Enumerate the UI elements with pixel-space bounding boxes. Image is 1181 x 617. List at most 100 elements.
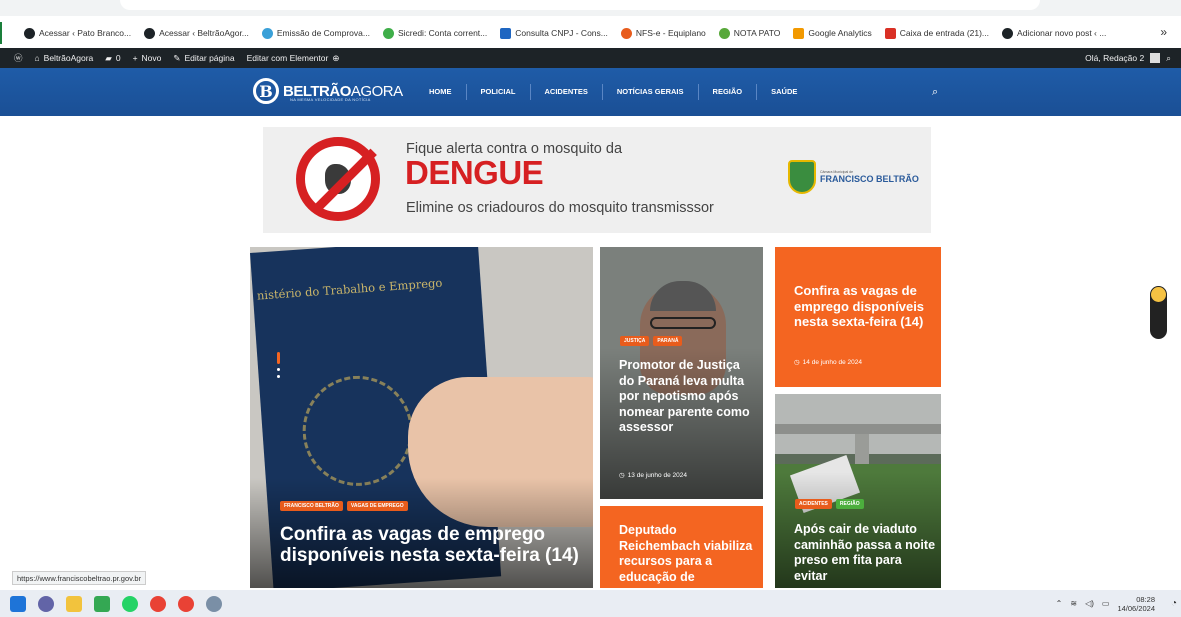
menu-saude[interactable]: SAÚDE [757, 84, 811, 100]
comment-icon: ▰ [105, 52, 112, 63]
article-card-promotor[interactable]: JUSTIÇA PARANÁ Promotor de Justiça do Pa… [600, 247, 763, 499]
teams-icon[interactable] [38, 595, 54, 612]
clock-icon: ◷ [619, 472, 625, 479]
card-title[interactable]: Confira as vagas de emprego disponíveis … [794, 283, 934, 330]
slider-dot[interactable] [277, 368, 280, 371]
avatar [1150, 53, 1161, 63]
dark-mode-toggle[interactable] [1150, 286, 1167, 339]
bookmark-3[interactable]: Emissão de Comprova... [261, 27, 370, 39]
edit-elementor-link[interactable]: Editar com Elementor ⊕ [247, 53, 340, 64]
bookmark-1-icon [24, 27, 35, 39]
tag-acidentes[interactable]: ACIDENTES [795, 499, 832, 509]
pencil-icon: ✎ [173, 52, 181, 63]
slider-dot[interactable] [277, 375, 280, 378]
banner-dengue: DENGUE [405, 154, 544, 191]
bookmark-7-icon [718, 27, 730, 39]
search-icon[interactable]: ⌕ [932, 86, 938, 99]
chrome-profile-icon[interactable] [178, 595, 194, 612]
notification-icon[interactable]: ◔ [1171, 598, 1177, 609]
bookmark-10-icon [1002, 27, 1014, 39]
featured-title[interactable]: Confira as vagas de emprego disponíveis … [280, 524, 580, 566]
bookmark-7[interactable]: NOTA PATO [718, 27, 780, 39]
sun-icon [1151, 287, 1166, 302]
featured-tags: FRANCISCO BELTRÃO VAGAS DE EMPREGO [280, 501, 408, 511]
wp-account[interactable]: Olá, Redação 2 ⌕ [1085, 48, 1171, 68]
chrome-icon[interactable] [150, 595, 166, 612]
bookmark-2-icon [144, 27, 156, 39]
tag-justica[interactable]: JUSTIÇA [620, 336, 650, 346]
chevron-up-icon[interactable]: ⌃ [1056, 599, 1063, 608]
home-icon: ⌂ [34, 53, 40, 63]
windows-start-icon[interactable] [10, 595, 26, 612]
bookmark-10[interactable]: Adicionar novo post ‹ ... [1002, 27, 1106, 39]
crest-icon [788, 160, 816, 194]
wifi-icon[interactable]: ≋ [1070, 599, 1077, 608]
menu-home[interactable]: HOME [415, 84, 467, 100]
bookmark-8-icon [793, 27, 805, 39]
bookmark-9[interactable]: Caixa de entrada (21)... [884, 27, 989, 39]
address-bar[interactable] [120, 0, 1040, 10]
bookmark-4-icon [382, 27, 394, 39]
camara-logo: Câmara Municipal de FRANCISCO BELTRÃO [788, 160, 919, 194]
slider-dot-active[interactable] [277, 352, 280, 364]
browser-top-strip [0, 0, 1181, 16]
clock-icon: ◷ [794, 359, 800, 366]
menu-regiao[interactable]: REGIÃO [699, 84, 758, 100]
tag-francisco-beltrao[interactable]: FRANCISCO BELTRÃO [280, 501, 343, 511]
bookmark-8[interactable]: Google Analytics [793, 27, 872, 39]
tag-vagas-de-emprego[interactable]: VAGAS DE EMPREGO [346, 501, 408, 511]
status-url: https://www.franciscobeltrao.pr.gov.br [12, 571, 147, 585]
whatsapp-icon[interactable] [122, 595, 138, 612]
tag-regiao[interactable]: REGIÃO [835, 499, 864, 509]
card-title[interactable]: Promotor de Justiça do Paraná leva multa… [619, 358, 754, 436]
bookmark-5-icon [500, 27, 512, 39]
system-tray: ⌃ ≋ ◁) ▭ 08:28 14/06/2024 [1056, 590, 1155, 617]
menu-policial[interactable]: POLICIAL [467, 84, 531, 100]
tag-parana[interactable]: PARANÁ [653, 336, 683, 346]
edit-page-link[interactable]: ✎ Editar página [173, 53, 234, 64]
wp-search-icon[interactable]: ⌕ [1166, 53, 1171, 64]
bridge-image [775, 424, 941, 434]
battery-icon[interactable]: ▭ [1102, 599, 1110, 608]
bookmark-4[interactable]: Sicredi: Conta corrent... [382, 27, 487, 39]
bookmarks-more-button[interactable]: » [1160, 25, 1167, 39]
card-title[interactable]: Após cair de viaduto caminhão passa a no… [794, 522, 936, 584]
bookmark-2[interactable]: Acessar ‹ BeltrãoAgor... [144, 27, 249, 39]
article-card-vagas[interactable]: Confira as vagas de emprego disponíveis … [775, 247, 941, 387]
article-card-deputado[interactable]: Deputado Reichembach viabiliza recursos … [600, 506, 763, 588]
bookmark-5[interactable]: Consulta CNPJ - Cons... [500, 27, 608, 39]
menu-acidentes[interactable]: ACIDENTES [531, 84, 603, 100]
site-name-link[interactable]: ⌂ BeltrãoAgora [35, 53, 94, 63]
new-link[interactable]: + Novo [133, 53, 162, 63]
wp-admin-bar: ⓦ ⌂ BeltrãoAgora ▰ 0 + Novo ✎ Editar página … [0, 48, 1181, 68]
emblem-icon [298, 372, 417, 490]
card-date: ◷ 14 de junho de 2024 [794, 358, 862, 367]
volume-icon[interactable]: ◁) [1085, 599, 1094, 608]
mosquito-icon [325, 164, 351, 194]
comments-link[interactable]: ▰ 0 [105, 53, 120, 64]
card-title[interactable]: Deputado Reichembach viabiliza recursos … [619, 523, 759, 585]
wordpress-icon[interactable]: ⓦ [14, 52, 23, 64]
glasses-icon [650, 317, 716, 329]
bookmark-6-icon [620, 27, 632, 39]
gmail-icon [884, 27, 896, 39]
article-card-viaduto[interactable]: ACIDENTES REGIÃO Após cair de viaduto ca… [775, 394, 941, 588]
bookmark-3-icon [261, 27, 273, 39]
dengue-ad-banner[interactable]: Fique alerta contra o mosquito da DENGUE… [263, 127, 931, 233]
banner-line3: Elimine os criadouros do mosquito transm… [406, 200, 714, 216]
card-date: ◷ 13 de junho de 2024 [619, 471, 687, 480]
google-drive-icon[interactable] [94, 595, 110, 612]
logo-tagline: NA MESMA VELOCIDADE DA NOTÍCIA [290, 97, 371, 102]
settings-icon[interactable] [206, 595, 222, 612]
plus-icon: + [132, 53, 138, 63]
slider-dots[interactable] [277, 352, 280, 378]
bookmark-1[interactable]: Acessar ‹ Pato Branco... [24, 27, 131, 39]
bookmark-6[interactable]: NFS-e - Equiplano [620, 27, 706, 39]
menu-noticias-gerais[interactable]: NOTÍCIAS GERAIS [603, 84, 699, 100]
elementor-icon: ⊕ [332, 52, 340, 63]
no-mosquito-icon [296, 137, 380, 221]
clock[interactable]: 08:28 14/06/2024 [1117, 595, 1155, 613]
folder-icon[interactable] [66, 595, 82, 612]
bookmarks-bar: Acessar ‹ Pato Branco... Acessar ‹ Beltr… [0, 22, 1181, 44]
featured-article[interactable]: nistério do Trabalho e Emprego FRANCISCO… [250, 247, 593, 588]
